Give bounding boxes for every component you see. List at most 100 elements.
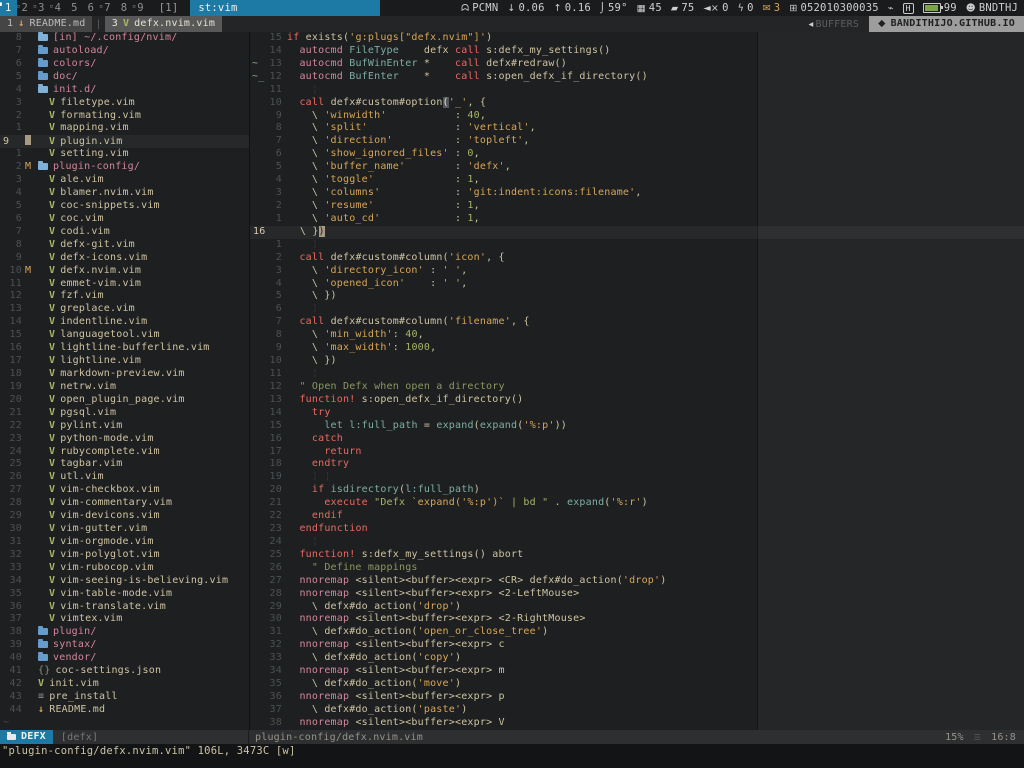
tree-row[interactable]: 1 Vsetting.vim [0,148,249,161]
tree-entry[interactable]: Vdefx-icons.vim [38,252,147,263]
tree-entry[interactable]: Vblamer.nvim.vim [38,187,154,198]
tree-entry[interactable]: Vlightline-bufferline.vim [38,342,210,353]
tree-row[interactable]: 1 Vmapping.vim [0,122,249,135]
tree-entry[interactable]: Vlightline.vim [38,355,141,366]
code-line[interactable]: 19 ¦ ¦ [250,471,1024,484]
code-editor[interactable]: 15if exists('g:plugs["defx.nvim"]')14 au… [250,32,1024,730]
code-line[interactable]: 12 " Open Defx when open a directory [250,381,1024,394]
tree-row[interactable]: 30 Vvim-gutter.vim [0,523,249,536]
tree-row[interactable]: 23 Vpython-mode.vim [0,433,249,446]
code-line[interactable]: 28 nnoremap <silent><buffer><expr> <2-Le… [250,588,1024,601]
tree-entry[interactable]: Vplugin.vim [38,136,122,147]
code-line[interactable]: 36 nnoremap <silent><buffer><expr> p [250,691,1024,704]
tree-row[interactable]: 16 Vlightline-bufferline.vim [0,342,249,355]
command-line-message[interactable]: "plugin-config/defx.nvim.vim" 106L, 3473… [0,744,1024,768]
code-line[interactable]: 4 \ 'opened_icon' : ' ', [250,278,1024,291]
code-line[interactable]: 31 \ defx#do_action('open_or_close_tree'… [250,626,1024,639]
tree-row[interactable]: 11 Vemmet-vim.vim [0,278,249,291]
tree-entry[interactable]: Vmapping.vim [38,122,129,133]
tmux-window-5[interactable]: 5 [66,0,83,16]
tree-entry[interactable]: vendor/ [38,652,97,663]
tree-entry[interactable]: Vcodi.vim [38,226,110,237]
tree-entry[interactable]: Vfzf.vim [38,290,104,301]
tree-entry[interactable]: Vvim-rubocop.vim [38,562,154,573]
tree-entry[interactable]: syntax/ [38,639,97,650]
tree-entry[interactable]: doc/ [38,71,78,82]
code-line[interactable]: 13 function! s:open_defx_if_directory() [250,394,1024,407]
tree-row[interactable]: 29 Vvim-devicons.vim [0,510,249,523]
buffer-tab-defx.nvim.vim[interactable]: 3Vdefx.nvim.vim [105,16,222,32]
tree-row[interactable]: 21 Vpgsql.vim [0,407,249,420]
tree-row[interactable]: 41 {}coc-settings.json [0,665,249,678]
tree-row[interactable]: 20 Vopen_plugin_page.vim [0,394,249,407]
tree-row[interactable]: 12 Vfzf.vim [0,290,249,303]
code-line[interactable]: ~_12 autocmd BufEnter * call s:open_defx… [250,71,1024,84]
code-line[interactable]: 15 let l:full_path = expand(expand('%:p'… [250,420,1024,433]
tree-row[interactable]: 27 Vvim-checkbox.vim [0,484,249,497]
code-line[interactable]: 18 endtry [250,458,1024,471]
code-line[interactable]: 2 \ 'resume' : 1, [250,200,1024,213]
code-line[interactable]: 5 \ 'buffer_name' : 'defx', [250,161,1024,174]
tree-row[interactable]: 9 Vdefx-icons.vim [0,252,249,265]
tree-entry[interactable]: Vvim-devicons.vim [38,510,160,521]
code-line[interactable]: 37 \ defx#do_action('paste') [250,704,1024,717]
tree-entry[interactable]: Vutl.vim [38,471,104,482]
code-line[interactable]: 9 \ 'max_width': 1000, [250,342,1024,355]
tree-entry[interactable]: Vpylint.vim [38,420,122,431]
code-line[interactable]: 34 nnoremap <silent><buffer><expr> m [250,665,1024,678]
tree-row[interactable]: 24 Vrubycomplete.vim [0,446,249,459]
code-line[interactable]: 3 \ 'columns' : 'git:indent:icons:filena… [250,187,1024,200]
tree-row[interactable]: 5 doc/ [0,71,249,84]
tmux-window-8[interactable]: 8 [116,0,133,16]
code-line[interactable]: 22 endif [250,510,1024,523]
tree-row[interactable]: 36 Vvim-translate.vim [0,601,249,614]
tmux-window-title[interactable]: st:vim [190,0,380,16]
code-line[interactable]: 32 nnoremap <silent><buffer><expr> c [250,639,1024,652]
defx-file-explorer[interactable]: 8 [in] ~/.config/nvim/7 autoload/6 color… [0,32,250,730]
code-line[interactable]: 9 \ 'winwidth' : 40, [250,110,1024,123]
tmux-window-4[interactable]: ▫4 [50,0,67,16]
tmux-window-7[interactable]: ▫7 [99,0,116,16]
code-line[interactable]: 38 nnoremap <silent><buffer><expr> V [250,717,1024,730]
tree-entry[interactable]: ≡pre_install [38,691,118,702]
code-line[interactable]: 2 call defx#custom#column('icon', { [250,252,1024,265]
tree-entry[interactable]: Vsetting.vim [38,148,129,159]
tree-entry[interactable]: Vvim-seeing-is-believing.vim [38,575,228,586]
code-line[interactable]: 17 return [250,446,1024,459]
code-line[interactable]: 35 \ defx#do_action('move') [250,678,1024,691]
code-line[interactable]: 25 function! s:defx_my_settings() abort [250,549,1024,562]
tree-entry[interactable]: Vale.vim [38,174,104,185]
code-line[interactable]: 6 \ 'show_ignored_files' : 0, [250,148,1024,161]
tree-row[interactable]: 4 init.d/ [0,84,249,97]
tree-entry[interactable]: Vvim-translate.vim [38,601,166,612]
tree-entry[interactable]: Vvimtex.vim [38,613,122,624]
tree-row[interactable]: 13 Vgreplace.vim [0,303,249,316]
tree-entry[interactable]: plugin/ [38,626,97,637]
tmux-window-2[interactable]: ▫2 [17,0,34,16]
code-line[interactable]: 10 \ }) [250,355,1024,368]
tree-row[interactable]: 25 Vtagbar.vim [0,458,249,471]
tree-entry[interactable]: ↓README.md [38,704,105,715]
tree-entry[interactable]: Vvim-gutter.vim [38,523,147,534]
code-line[interactable]: 24 ¦ [250,536,1024,549]
code-line[interactable]: 4 \ 'toggle' : 1, [250,174,1024,187]
tree-row[interactable]: 26 Vutl.vim [0,471,249,484]
code-line[interactable]: 29 \ defx#do_action('drop') [250,601,1024,614]
code-line[interactable]: 7 \ 'direction' : 'topleft', [250,135,1024,148]
tree-row[interactable]: 40 vendor/ [0,652,249,665]
tree-row[interactable]: 38 plugin/ [0,626,249,639]
code-line[interactable]: 8 \ 'split' : 'vertical', [250,122,1024,135]
tree-entry[interactable]: Vmarkdown-preview.vim [38,368,185,379]
code-line[interactable]: 5 \ }) [250,290,1024,303]
tree-row[interactable]: 2Mplugin-config/ [0,161,249,174]
tree-row[interactable]: 3 Vfiletype.vim [0,97,249,110]
tree-row[interactable]: 5 Vcoc-snippets.vim [0,200,249,213]
tree-row[interactable]: 9Vplugin.vim [0,135,249,148]
tree-entry[interactable]: Vlanguagetool.vim [38,329,160,340]
tmux-window-1[interactable]: ▘1 [0,0,17,16]
code-line[interactable]: ~13 autocmd BufWinEnter * call defx#redr… [250,58,1024,71]
tree-entry[interactable]: Vtagbar.vim [38,458,122,469]
tree-row[interactable]: 34 Vvim-seeing-is-believing.vim [0,575,249,588]
tree-row[interactable]: 15 Vlanguagetool.vim [0,329,249,342]
code-line[interactable]: 20 if isdirectory(l:full_path) [250,484,1024,497]
